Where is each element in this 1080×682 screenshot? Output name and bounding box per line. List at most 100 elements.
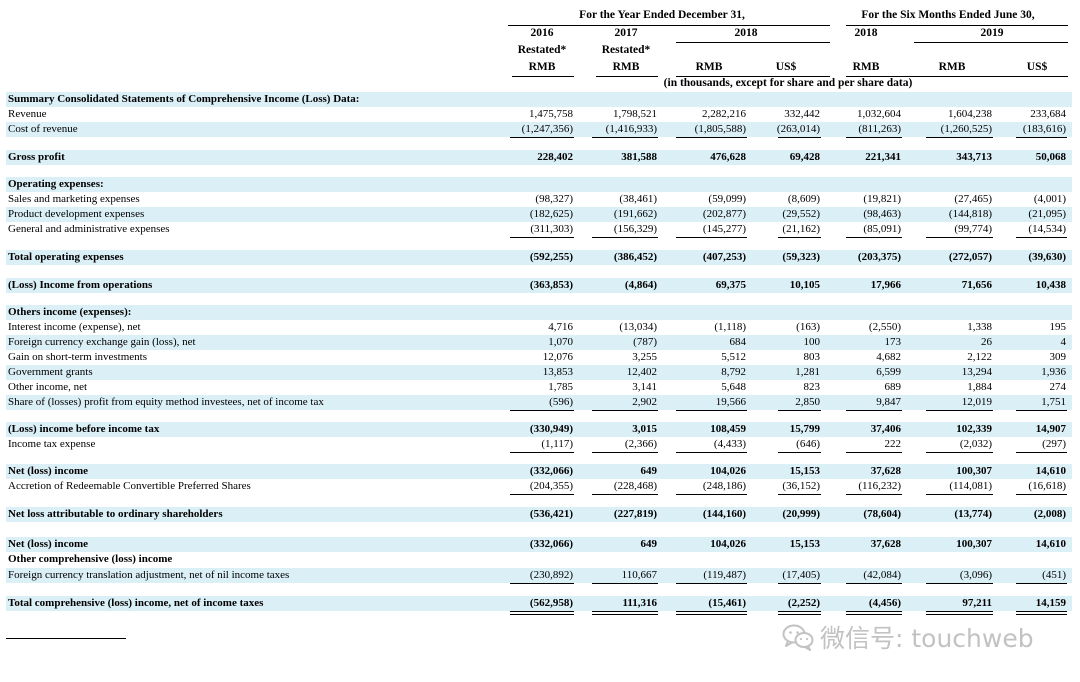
table-row: Other comprehensive (loss) income (6, 552, 1072, 567)
cell-value: (1,117) (541, 438, 573, 450)
cell-value: 26 (981, 336, 992, 348)
total-underline (1016, 410, 1067, 411)
cell-value: (4,456) (868, 597, 901, 609)
six-month-group-header: For the Six Months Ended June 30, (861, 9, 1035, 21)
cell-value: 803 (803, 351, 821, 363)
cell-value: (2,366) (624, 438, 657, 450)
row-label: Interest income (expense), net (8, 321, 141, 333)
cell-value: 1,032,604 (857, 108, 901, 120)
cell-value: (59,099) (708, 193, 746, 205)
cell-value: (272,057) (948, 251, 992, 263)
row-label: Others income (expenses): (8, 306, 132, 318)
total-underline (846, 494, 902, 495)
row-label: Income tax expense (8, 438, 96, 450)
cell-value: (99,774) (954, 223, 992, 235)
row-label: Government grants (8, 366, 93, 378)
row-label: Cost of revenue (8, 123, 78, 135)
cell-value: 71,656 (961, 279, 992, 291)
cell-value: 100,307 (956, 538, 992, 550)
cell-value: 1,884 (967, 381, 992, 393)
total-underline (1016, 494, 1067, 495)
currency-col-7: US$ (1026, 61, 1048, 73)
table-row: Cost of revenue (1,247,356) (1,416,933) (1,… (6, 122, 1072, 137)
cell-value: 1,785 (548, 381, 573, 393)
cell-value: (297) (1042, 438, 1066, 450)
cell-value: 104,026 (710, 465, 746, 477)
cell-value: 2,850 (795, 396, 820, 408)
cell-value: (1,118) (714, 321, 746, 333)
cell-value: 12,076 (542, 351, 573, 363)
cell-value: (1,260,525) (940, 123, 992, 135)
total-underline (1016, 237, 1067, 238)
cell-value: 19,566 (715, 396, 746, 408)
cell-value: (15,461) (708, 597, 746, 609)
row-label: Other comprehensive (loss) income (8, 553, 173, 565)
cell-value: 1,751 (1041, 396, 1066, 408)
row-label: Other income, net (8, 381, 88, 393)
table-row: Government grants 13,853 12,402 8,792 1,281 6… (6, 365, 1072, 380)
row-label: Product development expenses (8, 208, 145, 220)
total-underline (1016, 452, 1067, 453)
row-label: Sales and marketing expenses (8, 193, 140, 205)
cell-value: 684 (729, 336, 747, 348)
total-underline (778, 494, 821, 495)
restated-2017: Restated* (601, 44, 651, 56)
table-row: Net (loss) income (332,066) 649 104,026 15,1… (6, 537, 1072, 552)
cell-value: 12,402 (626, 366, 657, 378)
cell-value: 102,339 (956, 423, 992, 435)
cell-value: (98,327) (535, 193, 573, 205)
currency-col-3: RMB (695, 61, 723, 73)
cell-value: (1,247,356) (521, 123, 573, 135)
cell-value: (8,609) (787, 193, 820, 205)
six-month-group-underline (846, 25, 1068, 26)
cell-value: 15,153 (789, 465, 820, 477)
currency-col-1: RMB (528, 61, 556, 73)
cell-value: 1,070 (548, 336, 573, 348)
cell-value: (3,096) (959, 569, 992, 581)
units-note: (in thousands, except for share and per … (663, 77, 913, 89)
restated-2016: Restated* (517, 44, 567, 56)
row-label: Gross profit (8, 151, 65, 163)
cell-value: 332,442 (784, 108, 820, 120)
currency-underline (512, 76, 574, 77)
wechat-watermark: 微信号: touchweb (782, 620, 1034, 654)
currency-underline (596, 76, 658, 77)
cell-value: 15,799 (789, 423, 820, 435)
cell-value: (29,552) (782, 208, 820, 220)
total-underline (592, 137, 658, 138)
cell-value: (1,805,588) (694, 123, 746, 135)
cell-value: (191,662) (613, 208, 657, 220)
total-underline (510, 494, 574, 495)
currency-col-6: RMB (938, 61, 966, 73)
cell-value: (4,001) (1033, 193, 1066, 205)
total-underline (510, 410, 574, 411)
table-row: Sales and marketing expenses (98,327) (38,… (6, 192, 1072, 207)
cell-value: (202,877) (702, 208, 746, 220)
cell-value: 37,406 (870, 423, 901, 435)
total-underline (510, 583, 574, 584)
cell-value: (38,461) (619, 193, 657, 205)
total-underline (676, 237, 747, 238)
row-label: Gain on short-term investments (8, 351, 148, 363)
cell-value: 5,512 (721, 351, 746, 363)
cell-value: (116,232) (858, 480, 901, 492)
cell-value: (204,355) (529, 480, 573, 492)
cell-value: 3,141 (632, 381, 657, 393)
cell-value: (13,034) (619, 321, 657, 333)
cell-value: 104,026 (710, 538, 746, 550)
cell-value: (363,853) (529, 279, 573, 291)
cell-value: (811,263) (858, 123, 901, 135)
cell-value: (17,405) (782, 569, 820, 581)
cell-value: 1,604,238 (948, 108, 992, 120)
total-underline (926, 137, 993, 138)
cell-value: 1,281 (795, 366, 820, 378)
cell-value: 14,610 (1035, 538, 1066, 550)
table-row: Income tax expense (1,117) (2,366) (4,433) (… (6, 437, 1072, 452)
cell-value: 222 (884, 438, 902, 450)
footnote-separator (6, 638, 126, 639)
table-row: Revenue 1,475,758 1,798,521 2,282,216 332,44… (6, 107, 1072, 122)
cell-value: 1,936 (1041, 366, 1066, 378)
cell-value: (27,465) (954, 193, 992, 205)
cell-value: (13,774) (954, 508, 992, 520)
total-underline (846, 137, 902, 138)
